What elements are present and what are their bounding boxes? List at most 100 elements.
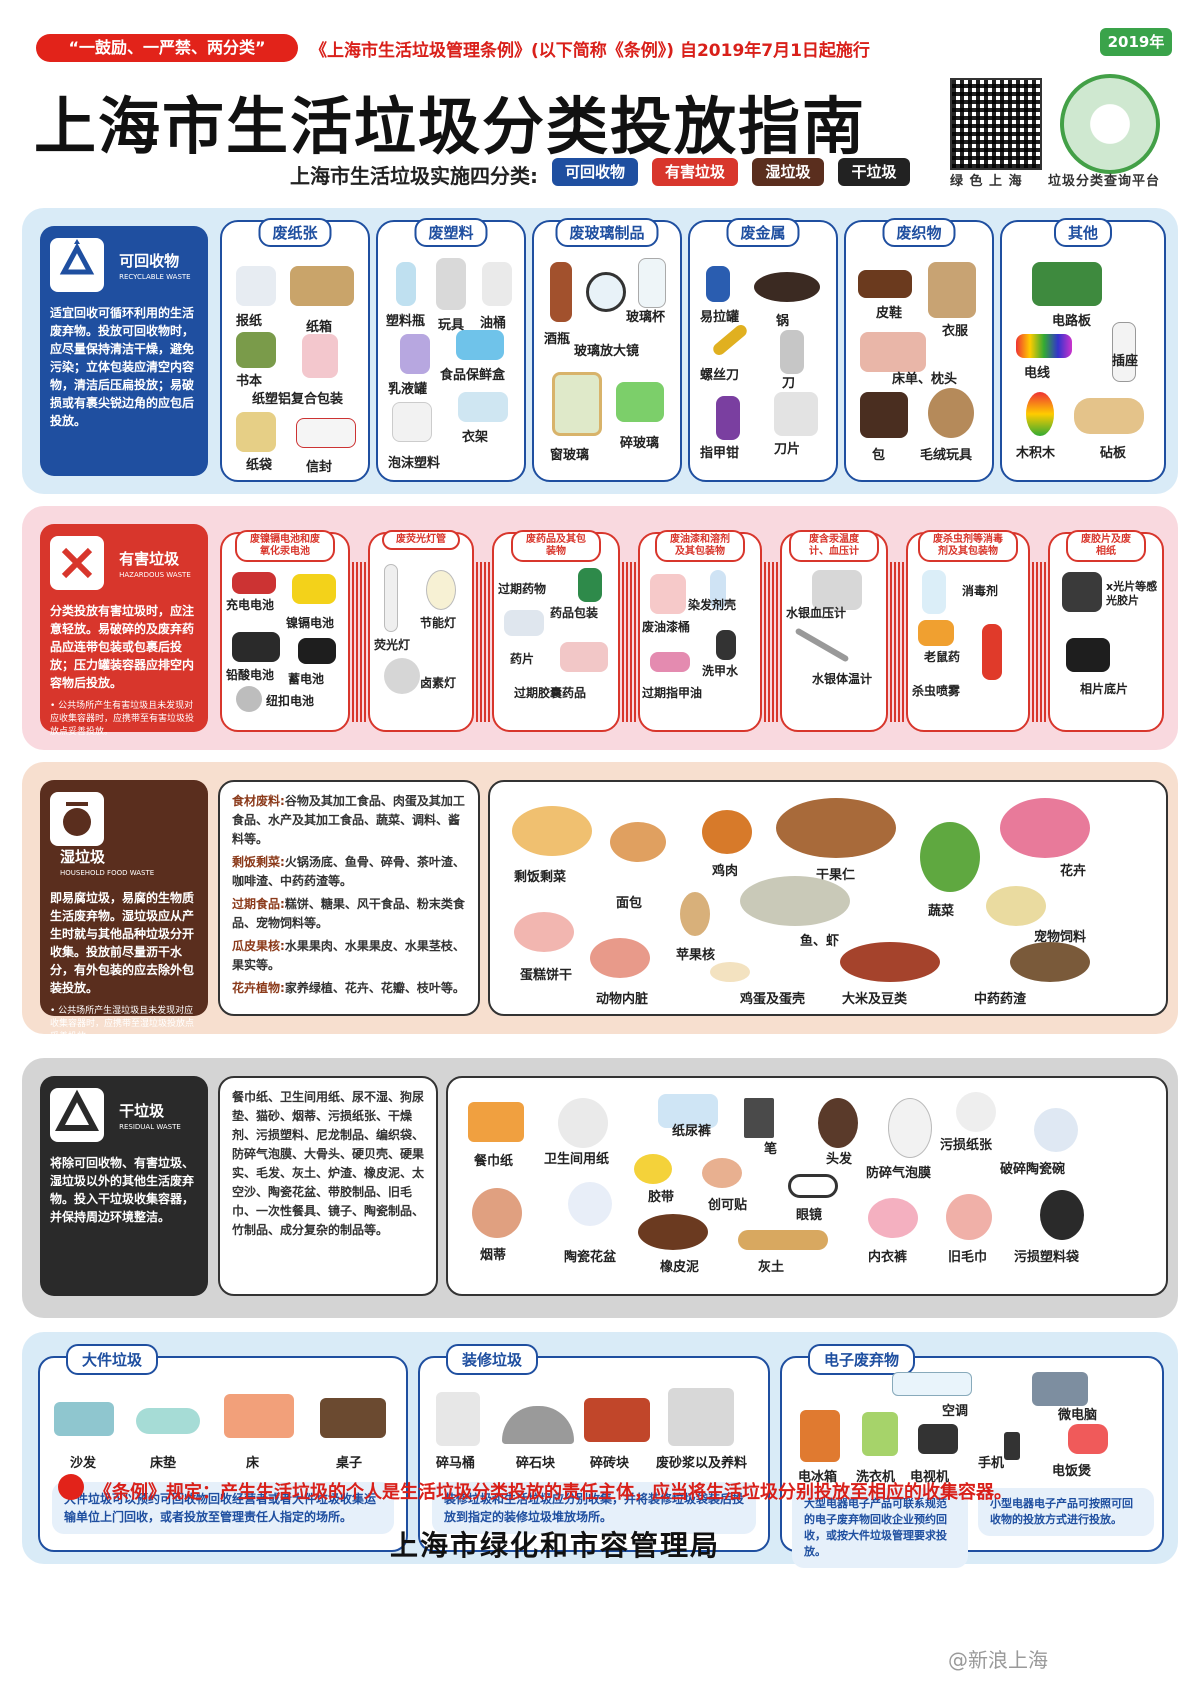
item-label: 卤素灯 [420,676,457,690]
residual-pictures: 餐巾纸 卫生间用纸 纸尿裤 笔 头发 污损纸张 破碎陶瓷碗 胶带 创可贴 眼镜 … [446,1076,1168,1296]
ceramic-pot-icon [568,1182,612,1226]
item-label: 刀 [782,376,796,391]
bandage-icon [702,1158,742,1188]
item-label: 杀虫喷雾 [912,684,961,698]
bulky-card: 大件垃圾 沙发 床垫 床 桌子 大件垃圾可以预约可回收物回收经营者或者大件垃圾收… [38,1344,408,1552]
gravel-icon [502,1406,574,1444]
item-label: 碎砖块 [590,1456,630,1471]
item-label: 过期指甲油 [642,686,703,700]
food-container-icon [456,330,504,360]
item-label: x光片等感光胶片 [1106,580,1158,607]
bread-icon [610,822,666,862]
leather-shoe-icon [858,270,912,298]
circuit-board-icon [1032,262,1102,306]
storage-battery-icon [298,638,336,664]
cardboard-box-icon [290,266,354,306]
group-title: 废含汞温度计、血压计 [789,530,879,562]
mattress-icon [136,1408,200,1434]
foam-icon [392,402,432,442]
recycle-icon [50,238,104,292]
dust-icon [738,1230,828,1250]
item-label: 废砂浆以及养料 [656,1456,748,1471]
offal-icon [590,938,650,978]
insecticide-spray-icon [982,624,1002,680]
carton-icon [302,334,338,378]
residual-waste-icon [50,1088,104,1142]
item-label: 旧毛巾 [948,1250,988,1265]
item-label: 废油漆桶 [642,620,691,634]
divider [764,562,778,722]
item-label: 乳液罐 [388,382,428,397]
nail-polish-icon [650,652,690,672]
item-label: 刀片 [774,442,801,457]
coat-icon [928,262,976,318]
item-label: 镍镉电池 [286,616,335,630]
energy-saving-bulb-icon [426,570,456,610]
toilet-icon [436,1392,480,1446]
old-towel-icon [946,1194,992,1240]
item-label: 防碎气泡膜 [866,1166,932,1181]
hz-group-battery: 废镍镉电池和废氧化汞电池 充电电池 镍镉电池 铅酸电池 蓄电池 纽扣电池 [220,530,350,732]
television-icon [918,1424,958,1454]
hz-group-lamp: 废荧光灯管 荧光灯 节能灯 卤素灯 [368,530,474,732]
divider [476,562,490,722]
item-label: 书本 [236,374,263,389]
item-label: 过期胶囊药品 [514,686,587,700]
mini-program-code-icon [1060,74,1160,174]
toilet-paper-icon [558,1098,608,1148]
books-icon [236,332,276,368]
item-label: 指甲钳 [700,446,740,461]
washing-machine-icon [862,1412,898,1456]
item-label: 鸡肉 [712,864,739,879]
item-label: 染发剂壳 [688,598,737,612]
oil-barrel-icon [482,262,512,306]
mortar-bag-icon [668,1388,734,1446]
item-label: 包 [872,448,886,463]
item-label: 鸡蛋及蛋壳 [740,992,806,1007]
hair-icon [818,1098,858,1148]
item-label: 笔 [764,1142,778,1157]
item-label: 塑料瓶 [386,314,426,329]
bedsheet-icon [860,332,926,372]
item-label: 陶瓷花盆 [564,1250,617,1265]
regulation-text: 《条例》规定：产生生活垃圾的个人是生活垃圾分类投放的责任主体，应当将生活垃圾分别… [94,1482,1012,1503]
item-label: 水银体温计 [812,672,873,686]
rechargeable-battery-icon [232,572,276,594]
item-label: 橡皮泥 [660,1260,700,1275]
group-title: 废药品及其包装物 [511,530,601,562]
leftover-food-icon [512,806,592,856]
refrigerator-icon [800,1410,840,1462]
item-label: 插座 [1112,354,1139,369]
item-label: 易拉罐 [700,310,740,325]
item-label: 破碎陶瓷碗 [1000,1162,1066,1177]
capsules-icon [560,642,608,672]
glasses-icon [788,1174,838,1198]
item-label: 纸塑铝复合包装 [252,392,344,407]
item-label: 纸袋 [246,458,273,473]
group-title: 废玻璃制品 [555,218,659,247]
item-label: 污损塑料袋 [1014,1250,1080,1265]
category-pill-residual: 干垃圾 [838,158,910,186]
item-label: 剩饭剩菜 [514,870,567,885]
item-label: 酒瓶 [544,332,571,347]
item-label: 创可贴 [708,1198,748,1213]
group-paper: 废纸张 报纸 纸箱 书本 纸塑铝复合包装 纸袋 信封 [220,218,370,482]
tape-icon [634,1154,672,1184]
blade-icon [774,392,818,436]
item-label: 消毒剂 [962,584,999,598]
negative-film-icon [1066,638,1110,672]
playdough-icon [638,1214,708,1250]
ewaste-title: 电子废弃物 [808,1344,916,1375]
item-label: 锅 [776,314,790,329]
food-desc: 即易腐垃圾，易腐的生物质生活废弃物。湿垃圾应从产生时就与其他品种垃圾分开收集。投… [50,891,195,995]
nicd-battery-icon [292,574,336,604]
item-label: 蔬菜 [928,904,955,919]
item-label: 皮鞋 [876,306,903,321]
page-title: 上海市生活垃圾分类投放指南 [34,90,867,163]
group-title: 废织物 [882,218,956,247]
bubble-wrap-icon [888,1098,932,1158]
item-label: 餐巾纸 [474,1154,514,1169]
item-label: 纸尿裤 [672,1124,712,1139]
item-label: 相片底片 [1080,682,1129,696]
hz-group-medicine: 废药品及其包装物 过期药物 药品包装 药片 过期胶囊药品 [492,530,620,732]
